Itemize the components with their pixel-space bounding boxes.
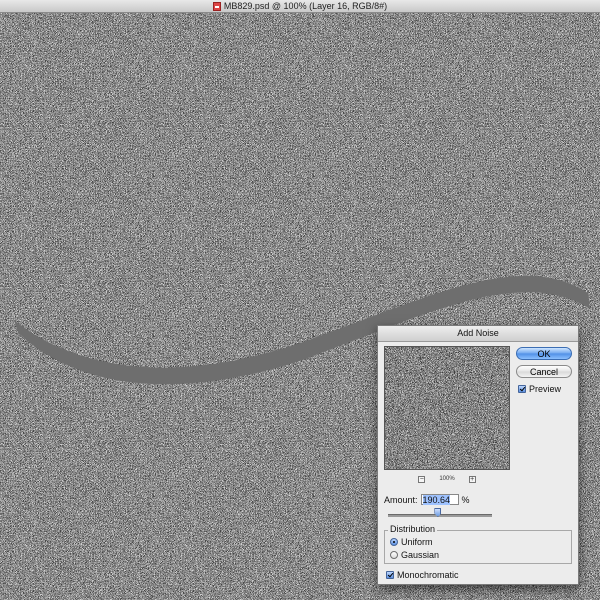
uniform-label: Uniform bbox=[401, 537, 433, 547]
uniform-radio[interactable] bbox=[390, 538, 398, 546]
amount-unit: % bbox=[461, 494, 470, 505]
monochromatic-checkbox-row[interactable]: Monochromatic bbox=[386, 570, 459, 580]
gaussian-radio[interactable] bbox=[390, 551, 398, 559]
preview-label: Preview bbox=[529, 384, 562, 394]
filter-preview-pane[interactable] bbox=[384, 346, 510, 470]
ok-button[interactable]: OK bbox=[516, 347, 572, 360]
monochromatic-label: Monochromatic bbox=[397, 570, 459, 580]
amount-input[interactable]: 190.64 bbox=[420, 494, 459, 505]
amount-row: Amount: 190.64 % bbox=[384, 494, 470, 505]
amount-value: 190.64 bbox=[422, 495, 451, 505]
zoom-out-button[interactable]: − bbox=[418, 475, 426, 483]
zoom-level: 100% bbox=[439, 476, 455, 482]
uniform-radio-row[interactable]: Uniform bbox=[390, 537, 433, 547]
monochromatic-checkbox[interactable] bbox=[386, 571, 394, 579]
zoom-in-button[interactable]: + bbox=[468, 475, 476, 483]
psd-document-icon bbox=[212, 1, 221, 11]
window-title-bar[interactable]: MB829.psd @ 100% (Layer 16, RGB/8#) bbox=[0, 0, 600, 13]
dialog-title: Add Noise bbox=[378, 326, 578, 342]
window-title: MB829.psd @ 100% (Layer 16, RGB/8#) bbox=[223, 1, 388, 11]
preview-checkbox-row[interactable]: Preview bbox=[518, 384, 561, 394]
preview-noise-image bbox=[385, 347, 509, 469]
cancel-button[interactable]: Cancel bbox=[516, 365, 572, 378]
preview-zoom-controls: − 100% + bbox=[384, 474, 510, 484]
amount-label: Amount: bbox=[384, 494, 418, 505]
gaussian-label: Gaussian bbox=[401, 550, 440, 560]
distribution-label: Distribution bbox=[388, 524, 438, 534]
gaussian-radio-row[interactable]: Gaussian bbox=[390, 550, 439, 560]
preview-checkbox[interactable] bbox=[518, 385, 526, 393]
add-noise-dialog: Add Noise − 100% + OK Cancel Preview Amo… bbox=[377, 325, 579, 585]
